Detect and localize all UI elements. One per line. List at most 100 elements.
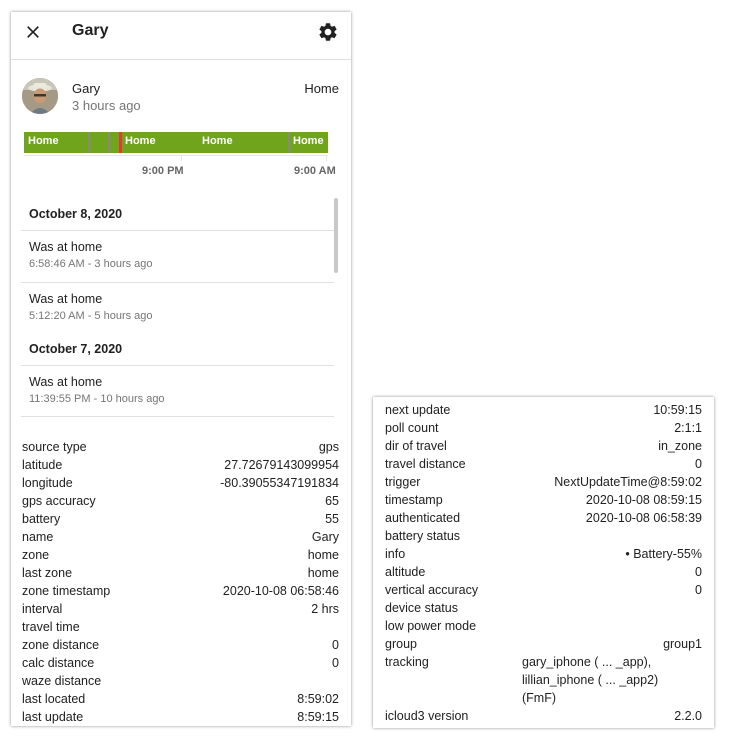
- attribute-value: 0: [695, 565, 702, 579]
- attribute-value: gps: [318, 440, 339, 454]
- attribute-value: 27.72679143099954: [224, 458, 339, 472]
- timeline-gap-marker: [288, 132, 290, 153]
- attribute-key: altitude: [385, 565, 426, 579]
- timeline-segment-label: Home: [28, 135, 59, 147]
- attribute-row: altitude 0: [385, 563, 702, 581]
- attribute-key: travel time: [22, 620, 80, 634]
- attribute-value: 0: [332, 656, 339, 670]
- attribute-value: 2020-10-08 06:58:46: [222, 584, 339, 598]
- attribute-row: zone distance 0: [22, 636, 339, 654]
- attribute-key: zone timestamp: [22, 584, 111, 598]
- attribute-key: poll count: [385, 421, 439, 435]
- attribute-row: vertical accuracy 0: [385, 581, 702, 599]
- avatar: [22, 78, 58, 114]
- attribute-key: next update: [385, 403, 451, 417]
- attribute-key: latitude: [22, 458, 63, 472]
- gear-icon[interactable]: [317, 21, 339, 43]
- attribute-key: last update: [22, 710, 84, 724]
- attribute-row: longitude -80.39055347191834: [22, 474, 339, 492]
- history-timeline[interactable]: Home Home Home Home: [24, 132, 328, 153]
- attribute-key: low power mode: [385, 619, 477, 633]
- attribute-key: device status: [385, 601, 458, 615]
- attribute-value: 8:59:02: [297, 692, 339, 706]
- attribute-value: 2 hrs: [311, 602, 339, 616]
- attribute-row: timestamp 2020-10-08 08:59:15: [385, 491, 702, 509]
- logbook-entry-time: 5:12:20 AM - 5 hours ago: [29, 310, 153, 322]
- attribute-key: info: [385, 547, 406, 561]
- attribute-value: 65: [325, 494, 339, 508]
- attribute-row: trigger NextUpdateTime@8:59:02: [385, 473, 702, 491]
- attribute-key: authenticated: [385, 511, 461, 525]
- attribute-value: 8:59:15: [297, 710, 339, 724]
- logbook-entry-message: Was at home: [29, 375, 103, 389]
- attribute-value: Gary: [311, 530, 339, 544]
- attribute-key: battery: [22, 512, 61, 526]
- attribute-value: gary_iphone ( ... _app), lillian_iphone …: [522, 655, 659, 705]
- attribute-key: name: [22, 530, 54, 544]
- attribute-row: next update 10:59:15: [385, 401, 702, 419]
- attribute-row: tracking gary_iphone ( ... _app), lillian…: [385, 653, 702, 707]
- attribute-row: travel distance 0: [385, 455, 702, 473]
- logbook-date: October 8, 2020: [29, 207, 123, 221]
- attribute-value: home: [307, 548, 339, 562]
- timeline-axis: [24, 155, 328, 156]
- attribute-row: interval 2 hrs: [22, 600, 339, 618]
- close-icon[interactable]: [23, 22, 43, 42]
- attribute-key: calc distance: [22, 656, 95, 670]
- attribute-key: source type: [22, 440, 87, 454]
- attribute-row: battery 55: [22, 510, 339, 528]
- timeline-tick: [181, 155, 182, 161]
- attribute-value: 0: [695, 457, 702, 471]
- attribute-value: 55: [325, 512, 339, 526]
- attribute-row: gps accuracy 65: [22, 492, 339, 510]
- timeline-tick-label: 9:00 AM: [294, 165, 336, 177]
- attribute-row: last zone home: [22, 564, 339, 582]
- logbook[interactable]: October 8, 2020 Was at home 6:58:46 AM -…: [21, 198, 334, 417]
- logbook-date: October 7, 2020: [29, 342, 123, 356]
- logbook-entry-message: Was at home: [29, 240, 103, 254]
- entity-last-changed: 3 hours ago: [72, 98, 141, 113]
- attribute-row: calc distance 0: [22, 654, 339, 672]
- attribute-value: 2020-10-08 08:59:15: [585, 493, 702, 507]
- dialog-header: Gary: [11, 12, 351, 60]
- attribute-row: dir of travel in_zone: [385, 437, 702, 455]
- attribute-key: interval: [22, 602, 63, 616]
- timeline-segment-label: Home: [202, 135, 233, 147]
- attribute-value: home: [307, 566, 339, 580]
- attribute-row: icloud3 version 2.2.0: [385, 707, 702, 725]
- timeline-segment-label: Home: [293, 135, 324, 147]
- attribute-value: in_zone: [658, 439, 702, 453]
- timeline-segment-label: Home: [125, 135, 156, 147]
- attribute-value: NextUpdateTime@8:59:02: [554, 475, 702, 489]
- attribute-row: name Gary: [22, 528, 339, 546]
- attribute-key: zone: [22, 548, 50, 562]
- attribute-row: last update 8:59:15: [22, 708, 339, 726]
- attribute-key: battery status: [385, 529, 461, 543]
- attribute-value: -80.39055347191834: [220, 476, 339, 490]
- attribute-key: travel distance: [385, 457, 466, 471]
- attribute-row: travel time: [22, 618, 339, 636]
- attribute-value: 0: [332, 638, 339, 652]
- attribute-row: info • Battery-55%: [385, 545, 702, 563]
- attribute-row: zone home: [22, 546, 339, 564]
- attribute-key: group: [385, 637, 417, 651]
- logbook-entry[interactable]: Was at home 6:58:46 AM - 3 hours ago: [21, 230, 334, 282]
- logbook-entry[interactable]: Was at home 11:39:55 PM - 10 hours ago: [21, 365, 334, 417]
- attribute-row: group group1: [385, 635, 702, 653]
- timeline-tick: [326, 155, 327, 161]
- timeline-gap-marker: [108, 132, 110, 153]
- logbook-scrollbar[interactable]: [334, 198, 338, 273]
- logbook-entry-message: Was at home: [29, 292, 103, 306]
- logbook-entry[interactable]: Was at home 5:12:20 AM - 5 hours ago: [21, 282, 334, 334]
- attribute-value: 2.2.0: [674, 709, 702, 723]
- timeline-current-marker: [119, 132, 122, 153]
- attribute-value: 2:1:1: [674, 421, 702, 435]
- attribute-key: zone distance: [22, 638, 100, 652]
- logbook-entry-time: 11:39:55 PM - 10 hours ago: [29, 393, 165, 405]
- attribute-row: low power mode: [385, 617, 702, 635]
- attribute-value: 0: [695, 583, 702, 597]
- attribute-value: • Battery-55%: [625, 547, 702, 561]
- attribute-key: tracking: [385, 655, 429, 669]
- dialog-title: Gary: [72, 22, 109, 39]
- attribute-key: dir of travel: [385, 439, 447, 453]
